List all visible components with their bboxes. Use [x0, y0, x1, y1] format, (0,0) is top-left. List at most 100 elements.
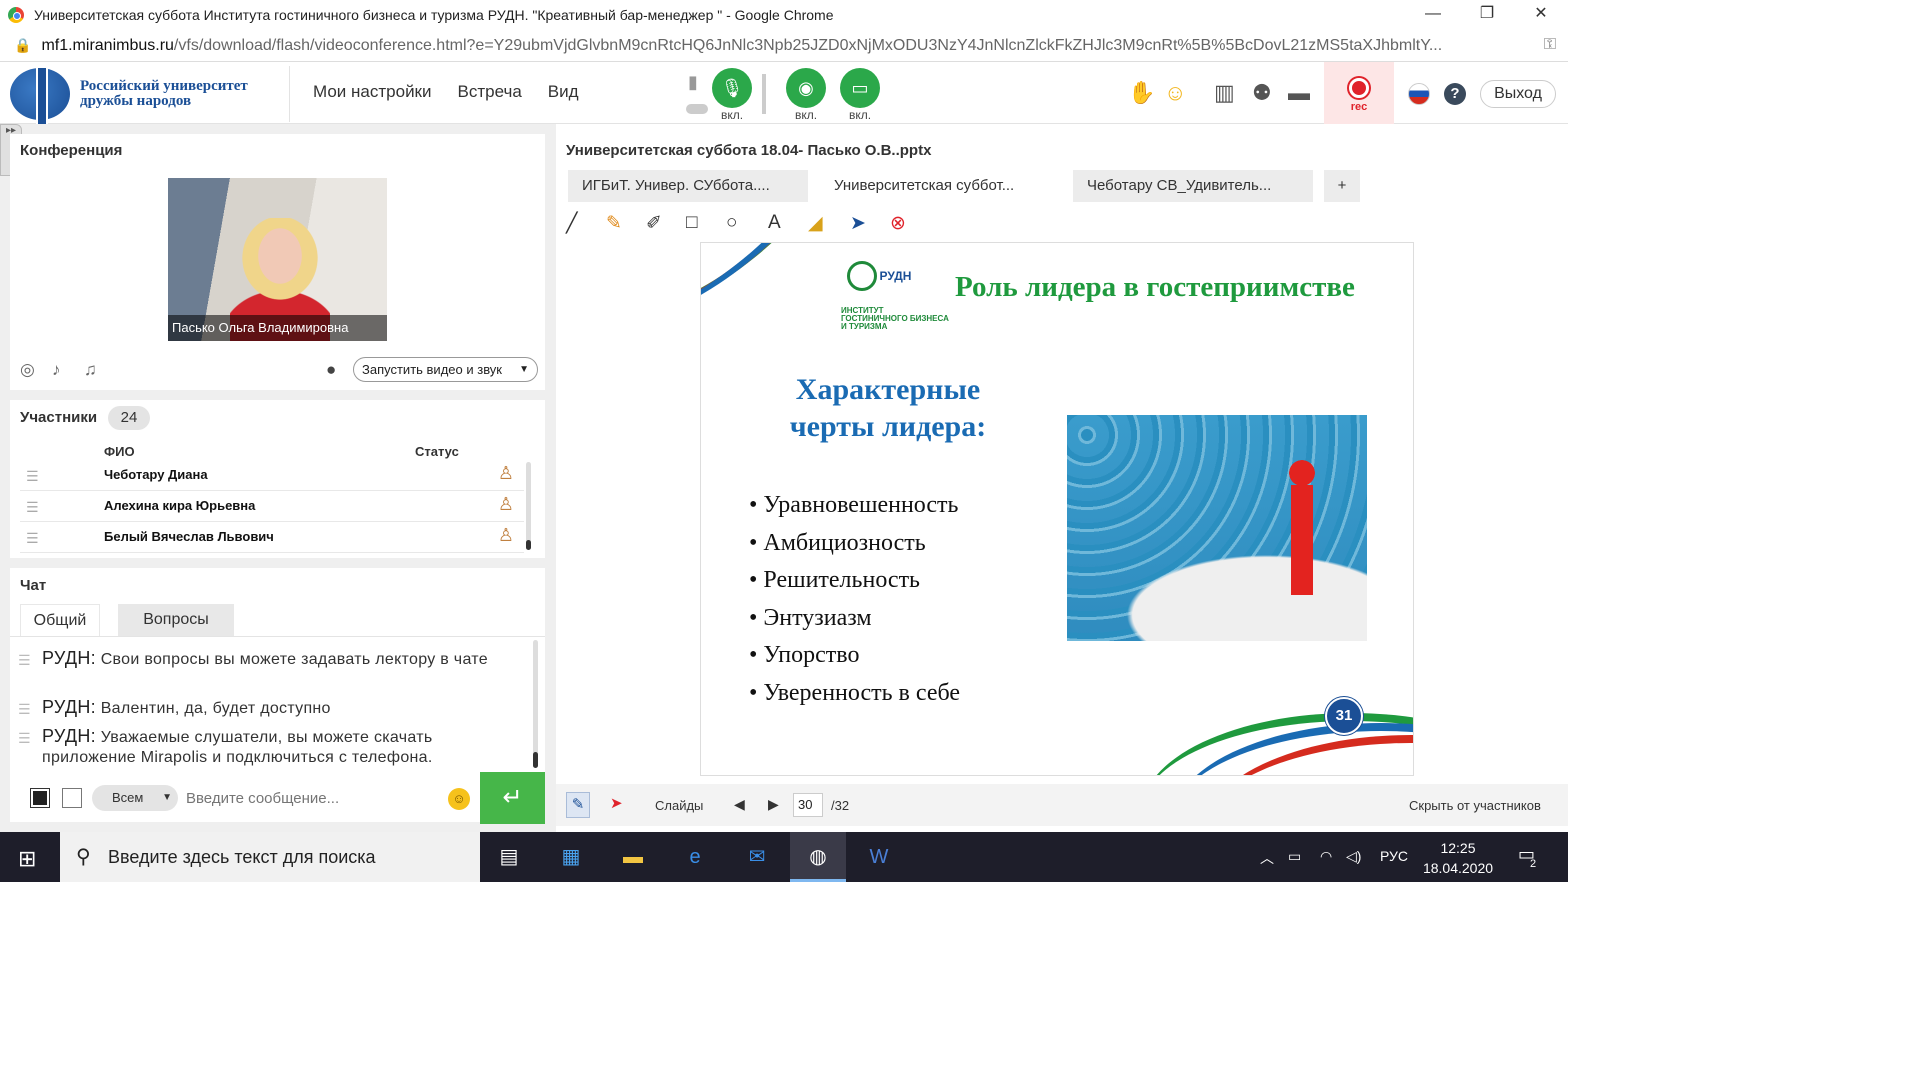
- battery-icon[interactable]: ▭: [1288, 848, 1301, 865]
- taskbar-search[interactable]: ⚲ Введите здесь текст для поиска: [60, 832, 480, 882]
- file-explorer-icon[interactable]: ▬: [618, 842, 648, 872]
- message-menu-icon[interactable]: ☰: [18, 728, 31, 748]
- russian-flag-icon[interactable]: [1408, 83, 1430, 105]
- chat-message-input[interactable]: [186, 785, 436, 811]
- slide-heading: Роль лидера в гостеприимстве: [955, 271, 1355, 303]
- exit-button[interactable]: Выход: [1480, 80, 1556, 108]
- pencil-tool-icon[interactable]: ✐: [646, 212, 662, 235]
- emoji-picker-icon[interactable]: ☺: [448, 788, 470, 810]
- chat-title: Чат: [20, 577, 47, 594]
- mic-toggle[interactable]: [686, 104, 708, 114]
- bullet-item: Энтузиазм: [749, 600, 960, 638]
- folder-icon[interactable]: ▬: [1288, 80, 1310, 106]
- minimize-button[interactable]: —: [1406, 0, 1460, 30]
- start-video-audio-button[interactable]: Запустить видео и звук ▼: [353, 357, 538, 382]
- add-tab-button[interactable]: +: [1324, 170, 1360, 202]
- maximize-button[interactable]: ❐: [1460, 0, 1514, 30]
- page-number-input[interactable]: 30: [793, 793, 823, 817]
- search-icon: ⚲: [76, 846, 91, 868]
- address-bar[interactable]: 🔒 mf1.miranimbus.ru/vfs/download/flash/v…: [0, 30, 1568, 62]
- total-pages: /32: [831, 798, 850, 813]
- chrome-taskbar-icon[interactable]: ◍: [803, 842, 833, 872]
- drag-handle-icon[interactable]: ☰: [26, 499, 39, 516]
- rectangle-tool-icon[interactable]: □: [686, 212, 697, 234]
- mic-settings-icon[interactable]: ♪: [52, 360, 61, 380]
- bg-color-box[interactable]: [62, 788, 82, 808]
- close-button[interactable]: ✕: [1514, 0, 1568, 30]
- mail-icon[interactable]: ✉: [742, 842, 772, 872]
- menu-view[interactable]: Вид: [548, 82, 579, 102]
- message-menu-icon[interactable]: ☰: [18, 699, 31, 719]
- lock-icon[interactable]: 🔒: [14, 37, 31, 54]
- presentation-tab-2[interactable]: Университетская суббот...: [820, 170, 1060, 202]
- emoji-icon[interactable]: ☺: [1164, 80, 1186, 106]
- word-icon[interactable]: W: [864, 842, 894, 872]
- participant-row[interactable]: ☰ Чеботару Диана ♙: [20, 460, 524, 491]
- menu-meeting[interactable]: Встреча: [458, 82, 522, 102]
- text-color-box[interactable]: [30, 788, 50, 808]
- camera-state-label: вкл.: [794, 108, 818, 122]
- wifi-icon[interactable]: ◠: [1320, 848, 1332, 865]
- highlighter-tool-icon[interactable]: ✎: [606, 212, 622, 235]
- volume-slider[interactable]: [762, 74, 766, 114]
- show-hidden-icons[interactable]: ︿: [1260, 848, 1274, 868]
- chat-message: ☰ РУДН: Свои вопросы вы можете задавать …: [18, 648, 488, 670]
- logo-line1: Российский университет: [80, 78, 248, 94]
- prev-slide-icon[interactable]: ◀: [734, 796, 745, 813]
- participant-row[interactable]: ☰ Алехина кира Юрьевна ♙: [20, 491, 524, 522]
- next-slide-icon[interactable]: ▶: [768, 796, 779, 813]
- pointer-tool-icon[interactable]: ➤: [850, 212, 866, 235]
- fill-tool-icon[interactable]: ◢: [808, 212, 823, 235]
- taskbar-clock[interactable]: 12:25 18.04.2020: [1418, 838, 1498, 878]
- browser-titlebar: Университетская суббота Института гостин…: [0, 0, 1568, 30]
- speaker-video[interactable]: Пасько Ольга Владимировна: [168, 178, 387, 341]
- slides-button[interactable]: Слайды: [655, 798, 703, 813]
- presentation-slide[interactable]: РУДН ИНСТИТУТ ГОСТИНИЧНОГО БИЗНЕСА И ТУР…: [700, 242, 1414, 776]
- ellipse-tool-icon[interactable]: ○: [726, 212, 737, 234]
- participant-row[interactable]: ☰ Белый Вячеслав Львович ♙: [20, 522, 524, 553]
- url-text[interactable]: mf1.miranimbus.ru/vfs/download/flash/vid…: [41, 37, 1531, 55]
- drag-handle-icon[interactable]: ☰: [26, 468, 39, 485]
- poll-chart-icon[interactable]: ▥: [1214, 80, 1235, 106]
- record-icon: [1349, 78, 1369, 98]
- windows-taskbar: ⊞ ⚲ Введите здесь текст для поиска ▤ ▦ ▬…: [0, 832, 1568, 882]
- chat-tab-questions[interactable]: Вопросы: [118, 604, 234, 636]
- window-title: Университетская суббота Института гостин…: [34, 7, 834, 23]
- add-user-icon[interactable]: ⚉: [1252, 80, 1272, 106]
- presentation-tab-3[interactable]: Чеботару СВ_Удивитель...: [1073, 170, 1313, 202]
- screen-share-button[interactable]: ▭: [840, 68, 880, 108]
- mic-level-icon[interactable]: ▮: [688, 72, 698, 93]
- text-tool-icon[interactable]: A: [768, 212, 781, 234]
- chat-tab-general[interactable]: Общий: [20, 604, 100, 636]
- message-menu-icon[interactable]: ☰: [18, 650, 31, 670]
- annotate-mode-icon[interactable]: ✎: [566, 792, 590, 818]
- volume-icon[interactable]: ◁): [1346, 848, 1361, 865]
- camera-button[interactable]: ◉: [786, 68, 826, 108]
- speaker-settings-icon[interactable]: ♫: [84, 360, 97, 380]
- microphone-button[interactable]: 🎙: [712, 68, 752, 108]
- line-tool-icon[interactable]: ╱: [566, 212, 577, 235]
- presentation-tab-1[interactable]: ИГБиТ. Универ. СУббота....: [568, 170, 808, 202]
- task-view-icon[interactable]: ▤: [494, 842, 524, 872]
- chat-scrollbar[interactable]: [533, 640, 538, 768]
- send-message-button[interactable]: ↵: [480, 772, 545, 824]
- edge-icon[interactable]: e: [680, 842, 710, 872]
- rudn-logo[interactable]: Российский университет дружбы народов: [10, 66, 290, 126]
- record-button[interactable]: rec: [1324, 62, 1394, 124]
- drag-handle-icon[interactable]: ☰: [26, 530, 39, 547]
- help-icon[interactable]: ?: [1444, 83, 1466, 105]
- hide-from-participants-button[interactable]: Скрыть от участников: [1409, 798, 1541, 813]
- raise-hand-icon[interactable]: ✋: [1128, 80, 1155, 106]
- slide-page-badge: 31: [1325, 697, 1363, 735]
- recipient-select[interactable]: Всем ▼: [92, 785, 178, 811]
- clear-annotations-icon[interactable]: ⊗: [890, 212, 906, 235]
- crowd-leader-image: [1067, 415, 1367, 641]
- menu-my-settings[interactable]: Мои настройки: [313, 82, 432, 102]
- laser-pointer-icon[interactable]: ➤: [610, 794, 623, 812]
- key-icon[interactable]: ⚿: [1544, 36, 1556, 54]
- store-icon[interactable]: ▦: [556, 842, 586, 872]
- participants-scrollbar[interactable]: [526, 462, 531, 550]
- language-indicator[interactable]: РУС: [1380, 848, 1408, 864]
- camera-settings-icon[interactable]: ◎: [20, 360, 35, 380]
- windows-start-icon[interactable]: ⊞: [18, 846, 36, 872]
